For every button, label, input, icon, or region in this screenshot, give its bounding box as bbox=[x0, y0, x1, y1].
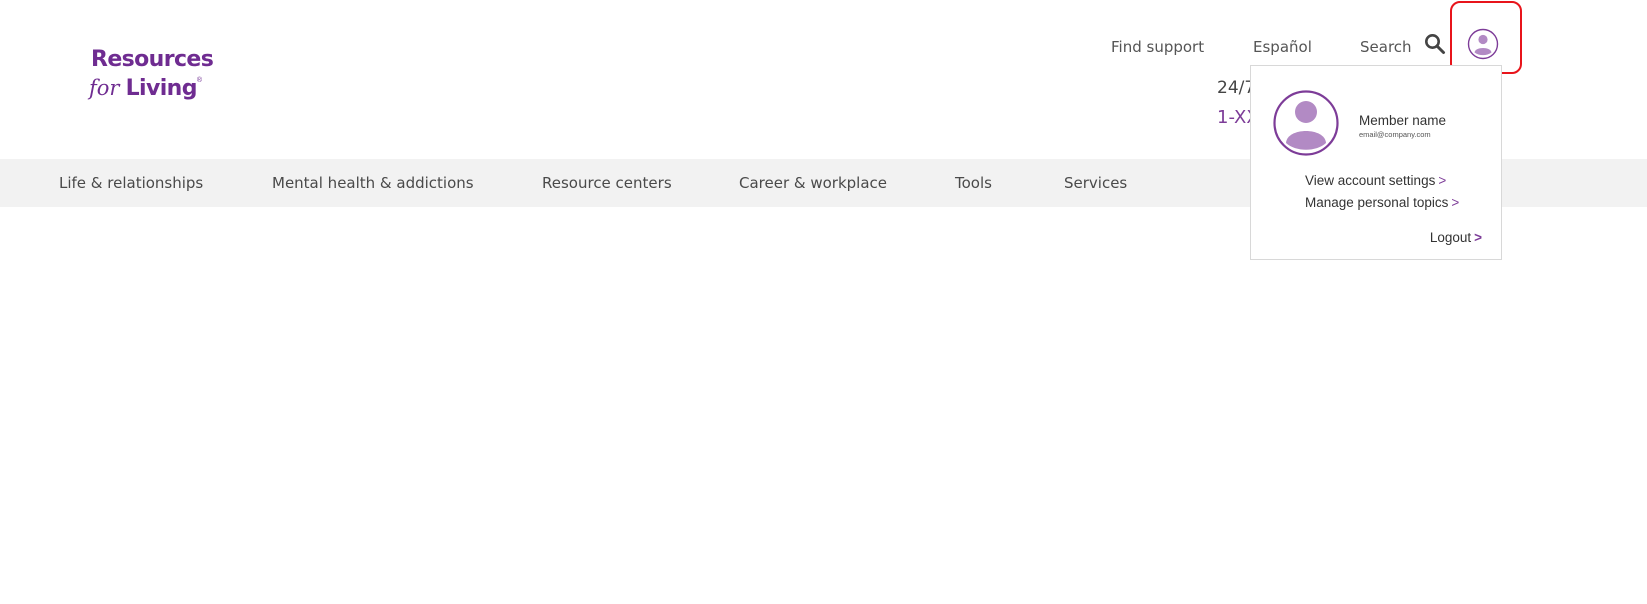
view-account-settings-link[interactable]: View account settings > bbox=[1305, 173, 1446, 188]
brand-logo[interactable]: Resources for Living® bbox=[89, 47, 214, 100]
espanol-link[interactable]: Español bbox=[1253, 38, 1312, 56]
member-email: email@company.com bbox=[1359, 130, 1431, 139]
logo-word-resources: Resources bbox=[91, 47, 214, 72]
logo-word-for: for bbox=[89, 76, 120, 100]
avatar-highlight-outline bbox=[1450, 1, 1522, 74]
logout-link[interactable]: Logout > bbox=[1430, 230, 1482, 245]
nav-item-services[interactable]: Services bbox=[1064, 174, 1127, 192]
nav-item-tools[interactable]: Tools bbox=[955, 174, 992, 192]
chevron-right-icon: > bbox=[1451, 195, 1460, 210]
logo-word-living: Living bbox=[125, 76, 198, 101]
nav-item-mental-health[interactable]: Mental health & addictions bbox=[272, 174, 474, 192]
chevron-right-icon: > bbox=[1474, 230, 1482, 245]
logo-registered-mark: ® bbox=[196, 77, 203, 84]
account-dropdown-menu: Member name email@company.com View accou… bbox=[1250, 65, 1502, 260]
search-icon[interactable] bbox=[1423, 32, 1447, 56]
nav-item-resource-centers[interactable]: Resource centers bbox=[542, 174, 672, 192]
manage-personal-topics-label: Manage personal topics bbox=[1305, 195, 1449, 210]
nav-item-career-workplace[interactable]: Career & workplace bbox=[739, 174, 887, 192]
search-link[interactable]: Search bbox=[1360, 38, 1412, 56]
find-support-link[interactable]: Find support bbox=[1111, 38, 1204, 56]
nav-item-life-relationships[interactable]: Life & relationships bbox=[59, 174, 203, 192]
logo-line-for-living: for Living® bbox=[89, 77, 213, 100]
manage-personal-topics-link[interactable]: Manage personal topics > bbox=[1305, 195, 1459, 210]
chevron-right-icon: > bbox=[1438, 173, 1447, 188]
view-account-settings-label: View account settings bbox=[1305, 173, 1436, 188]
member-name: Member name bbox=[1359, 113, 1447, 128]
member-avatar-icon bbox=[1273, 90, 1339, 156]
logout-label: Logout bbox=[1429, 230, 1472, 245]
